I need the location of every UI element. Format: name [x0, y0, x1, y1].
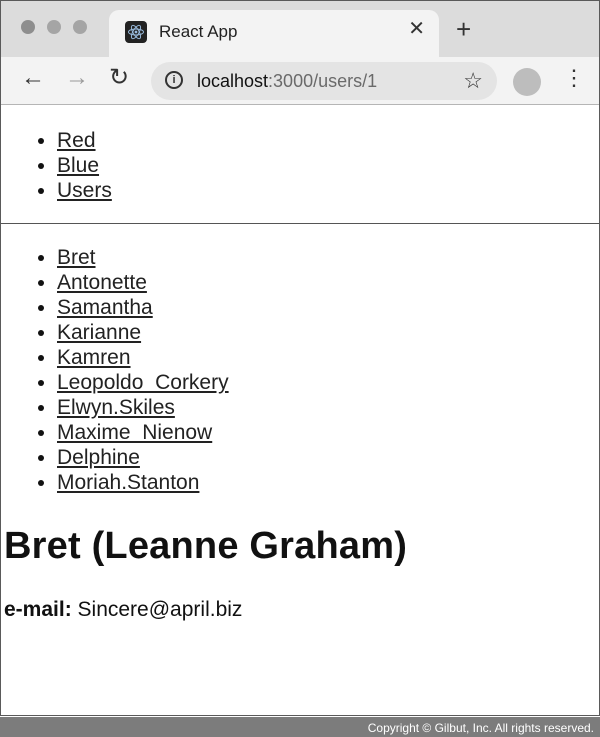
list-item: Karianne [57, 320, 599, 345]
close-window-button[interactable] [21, 20, 35, 34]
user-link[interactable]: Karianne [57, 321, 141, 344]
list-item: Samantha [57, 295, 599, 320]
nav-item: Red [57, 128, 599, 153]
list-item: Moriah.Stanton [57, 470, 599, 495]
email-value: Sincere@april.biz [77, 598, 243, 621]
list-item: Antonette [57, 270, 599, 295]
nav-item: Blue [57, 153, 599, 178]
user-link[interactable]: Samantha [57, 296, 153, 319]
url-path: :3000/users/1 [268, 71, 378, 91]
tab-strip: React App ✕ + [1, 1, 599, 57]
user-link[interactable]: Leopoldo_Corkery [57, 371, 229, 394]
nav-item: Users [57, 178, 599, 203]
tab-title: React App [159, 22, 238, 41]
browser-window: React App ✕ + ← → ↻ i localhost:3000/use… [0, 0, 600, 716]
list-item: Leopoldo_Corkery [57, 370, 599, 395]
user-link[interactable]: Maxime_Nienow [57, 421, 212, 444]
list-item: Delphine [57, 445, 599, 470]
list-item: Maxime_Nienow [57, 420, 599, 445]
nav-link-blue[interactable]: Blue [57, 154, 99, 177]
kebab-menu-icon[interactable]: ⋮ [563, 67, 585, 89]
list-item: Kamren [57, 345, 599, 370]
new-tab-icon[interactable]: + [456, 16, 471, 42]
user-link[interactable]: Elwyn.Skiles [57, 396, 175, 419]
email-line: e-mail: Sincere@april.biz [4, 598, 599, 622]
active-tab[interactable]: React App ✕ [109, 10, 439, 57]
user-link[interactable]: Antonette [57, 271, 147, 294]
user-link[interactable]: Delphine [57, 446, 140, 469]
browser-toolbar: ← → ↻ i localhost:3000/users/1 ☆ ⋮ [1, 57, 599, 105]
user-detail-heading: Bret (Leanne Graham) [4, 525, 408, 567]
nav-link-red[interactable]: Red [57, 129, 96, 152]
forward-arrow-icon[interactable]: → [65, 66, 89, 90]
back-arrow-icon[interactable]: ← [21, 66, 45, 90]
react-favicon-icon [125, 21, 147, 43]
copyright-footer: Copyright © Gilbut, Inc. All rights rese… [0, 717, 600, 737]
url-host: localhost [197, 71, 269, 91]
maximize-window-button[interactable] [73, 20, 87, 34]
list-item: Bret [57, 245, 599, 270]
reload-icon[interactable]: ↻ [109, 66, 129, 90]
user-link[interactable]: Kamren [57, 346, 131, 369]
page-content: Red Blue Users Bret Antonette Samantha K… [1, 106, 599, 622]
email-label: e-mail: [4, 598, 72, 621]
profile-avatar-icon[interactable] [513, 68, 541, 96]
list-item: Elwyn.Skiles [57, 395, 599, 420]
divider [1, 223, 599, 224]
tab-close-icon[interactable]: ✕ [408, 19, 425, 39]
minimize-window-button[interactable] [47, 20, 61, 34]
users-list: Bret Antonette Samantha Karianne Kamren … [1, 245, 599, 495]
user-link[interactable]: Moriah.Stanton [57, 471, 199, 494]
info-icon[interactable]: i [165, 71, 183, 89]
nav-list: Red Blue Users [1, 128, 599, 203]
url-text[interactable]: localhost:3000/users/1 [197, 71, 377, 92]
user-link[interactable]: Bret [57, 246, 96, 269]
nav-link-users[interactable]: Users [57, 179, 112, 202]
bookmark-star-icon[interactable]: ☆ [463, 68, 483, 94]
address-bar[interactable]: i localhost:3000/users/1 ☆ [151, 62, 497, 100]
